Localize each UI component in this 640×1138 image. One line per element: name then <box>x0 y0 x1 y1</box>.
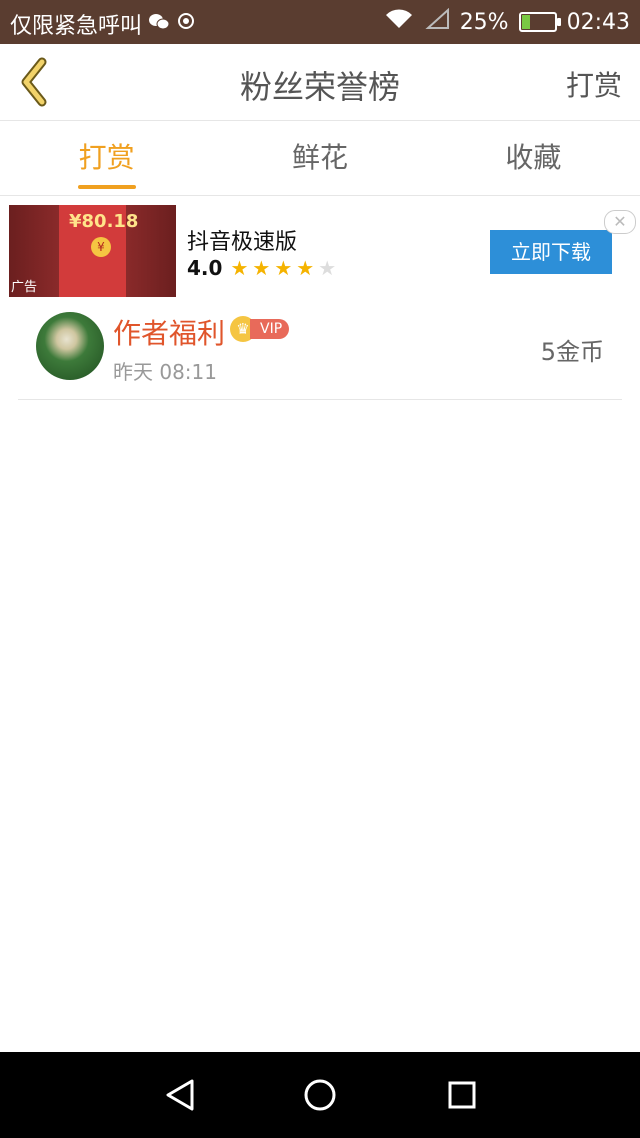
status-left: 仅限紧急呼叫 <box>10 8 196 40</box>
wifi-icon <box>384 8 414 36</box>
home-nav-button[interactable] <box>300 1075 340 1115</box>
ad-label: 广告 <box>11 280 38 295</box>
battery-fill <box>521 15 530 29</box>
tab-label: 打赏 <box>78 141 135 174</box>
location-icon <box>176 11 196 37</box>
star-icon: ★ <box>296 256 315 280</box>
square-recents-icon <box>448 1081 476 1109</box>
tab-bar: 打赏 鲜花 收藏 <box>0 121 640 196</box>
rating-stars: ★ ★ ★ ★ ★ <box>230 258 336 278</box>
coin-icon: ¥ <box>91 237 111 257</box>
ad-rating-score: 4.0 <box>187 256 223 280</box>
page-title: 粉丝荣誉榜 <box>239 68 400 106</box>
wechat-icon <box>148 12 170 37</box>
battery-icon <box>518 12 561 32</box>
avatar[interactable] <box>36 312 104 380</box>
vip-badge: VIP <box>250 319 290 339</box>
fan-time: 昨天 08:11 <box>113 360 217 384</box>
status-right: 25% 02:43 <box>384 7 630 36</box>
battery-percent: 25% <box>459 9 509 35</box>
close-icon[interactable]: ✕ <box>604 210 636 234</box>
ad-thumb-amount: ¥80.18 <box>69 211 139 232</box>
ad-thumbnail[interactable]: ¥80.18 ¥ 广告 <box>9 205 176 297</box>
list-item[interactable]: 作者福利 ♛ VIP 昨天 08:11 5金币 <box>18 304 622 400</box>
ad-app-name: 抖音极速版 <box>187 230 298 255</box>
tab-favorites[interactable]: 收藏 <box>427 121 640 195</box>
star-icon: ★ <box>274 256 293 280</box>
ad-rating: 4.0 ★ ★ ★ ★ ★ <box>187 256 336 280</box>
clock: 02:43 <box>566 9 630 35</box>
navigation-bar <box>0 1052 640 1138</box>
tab-reward[interactable]: 打赏 <box>0 121 213 195</box>
reward-button[interactable]: 打赏 <box>566 64 622 104</box>
circle-home-icon <box>304 1079 336 1111</box>
fan-amount: 5金币 <box>540 338 604 366</box>
download-button[interactable]: 立即下载 <box>490 230 612 274</box>
status-bar: 仅限紧急呼叫 25% 02:43 <box>0 0 640 44</box>
star-icon: ★ <box>318 256 337 280</box>
signal-icon <box>424 7 450 36</box>
active-tab-indicator <box>77 185 136 189</box>
tab-flowers[interactable]: 鲜花 <box>213 121 426 195</box>
recents-nav-button[interactable] <box>442 1075 482 1115</box>
ad-banner[interactable]: ¥80.18 ¥ 广告 抖音极速版 4.0 ★ ★ ★ ★ ★ 立即下载 ✕ <box>0 196 640 304</box>
triangle-back-icon <box>166 1079 194 1111</box>
fan-name: 作者福利 <box>113 317 226 350</box>
tab-label: 收藏 <box>505 141 562 174</box>
tab-label: 鲜花 <box>291 141 348 174</box>
star-icon: ★ <box>230 256 249 280</box>
header: 粉丝荣誉榜 打赏 <box>0 44 640 121</box>
back-nav-button[interactable] <box>160 1075 200 1115</box>
carrier-text: 仅限紧急呼叫 <box>10 14 143 39</box>
star-icon: ★ <box>252 256 271 280</box>
